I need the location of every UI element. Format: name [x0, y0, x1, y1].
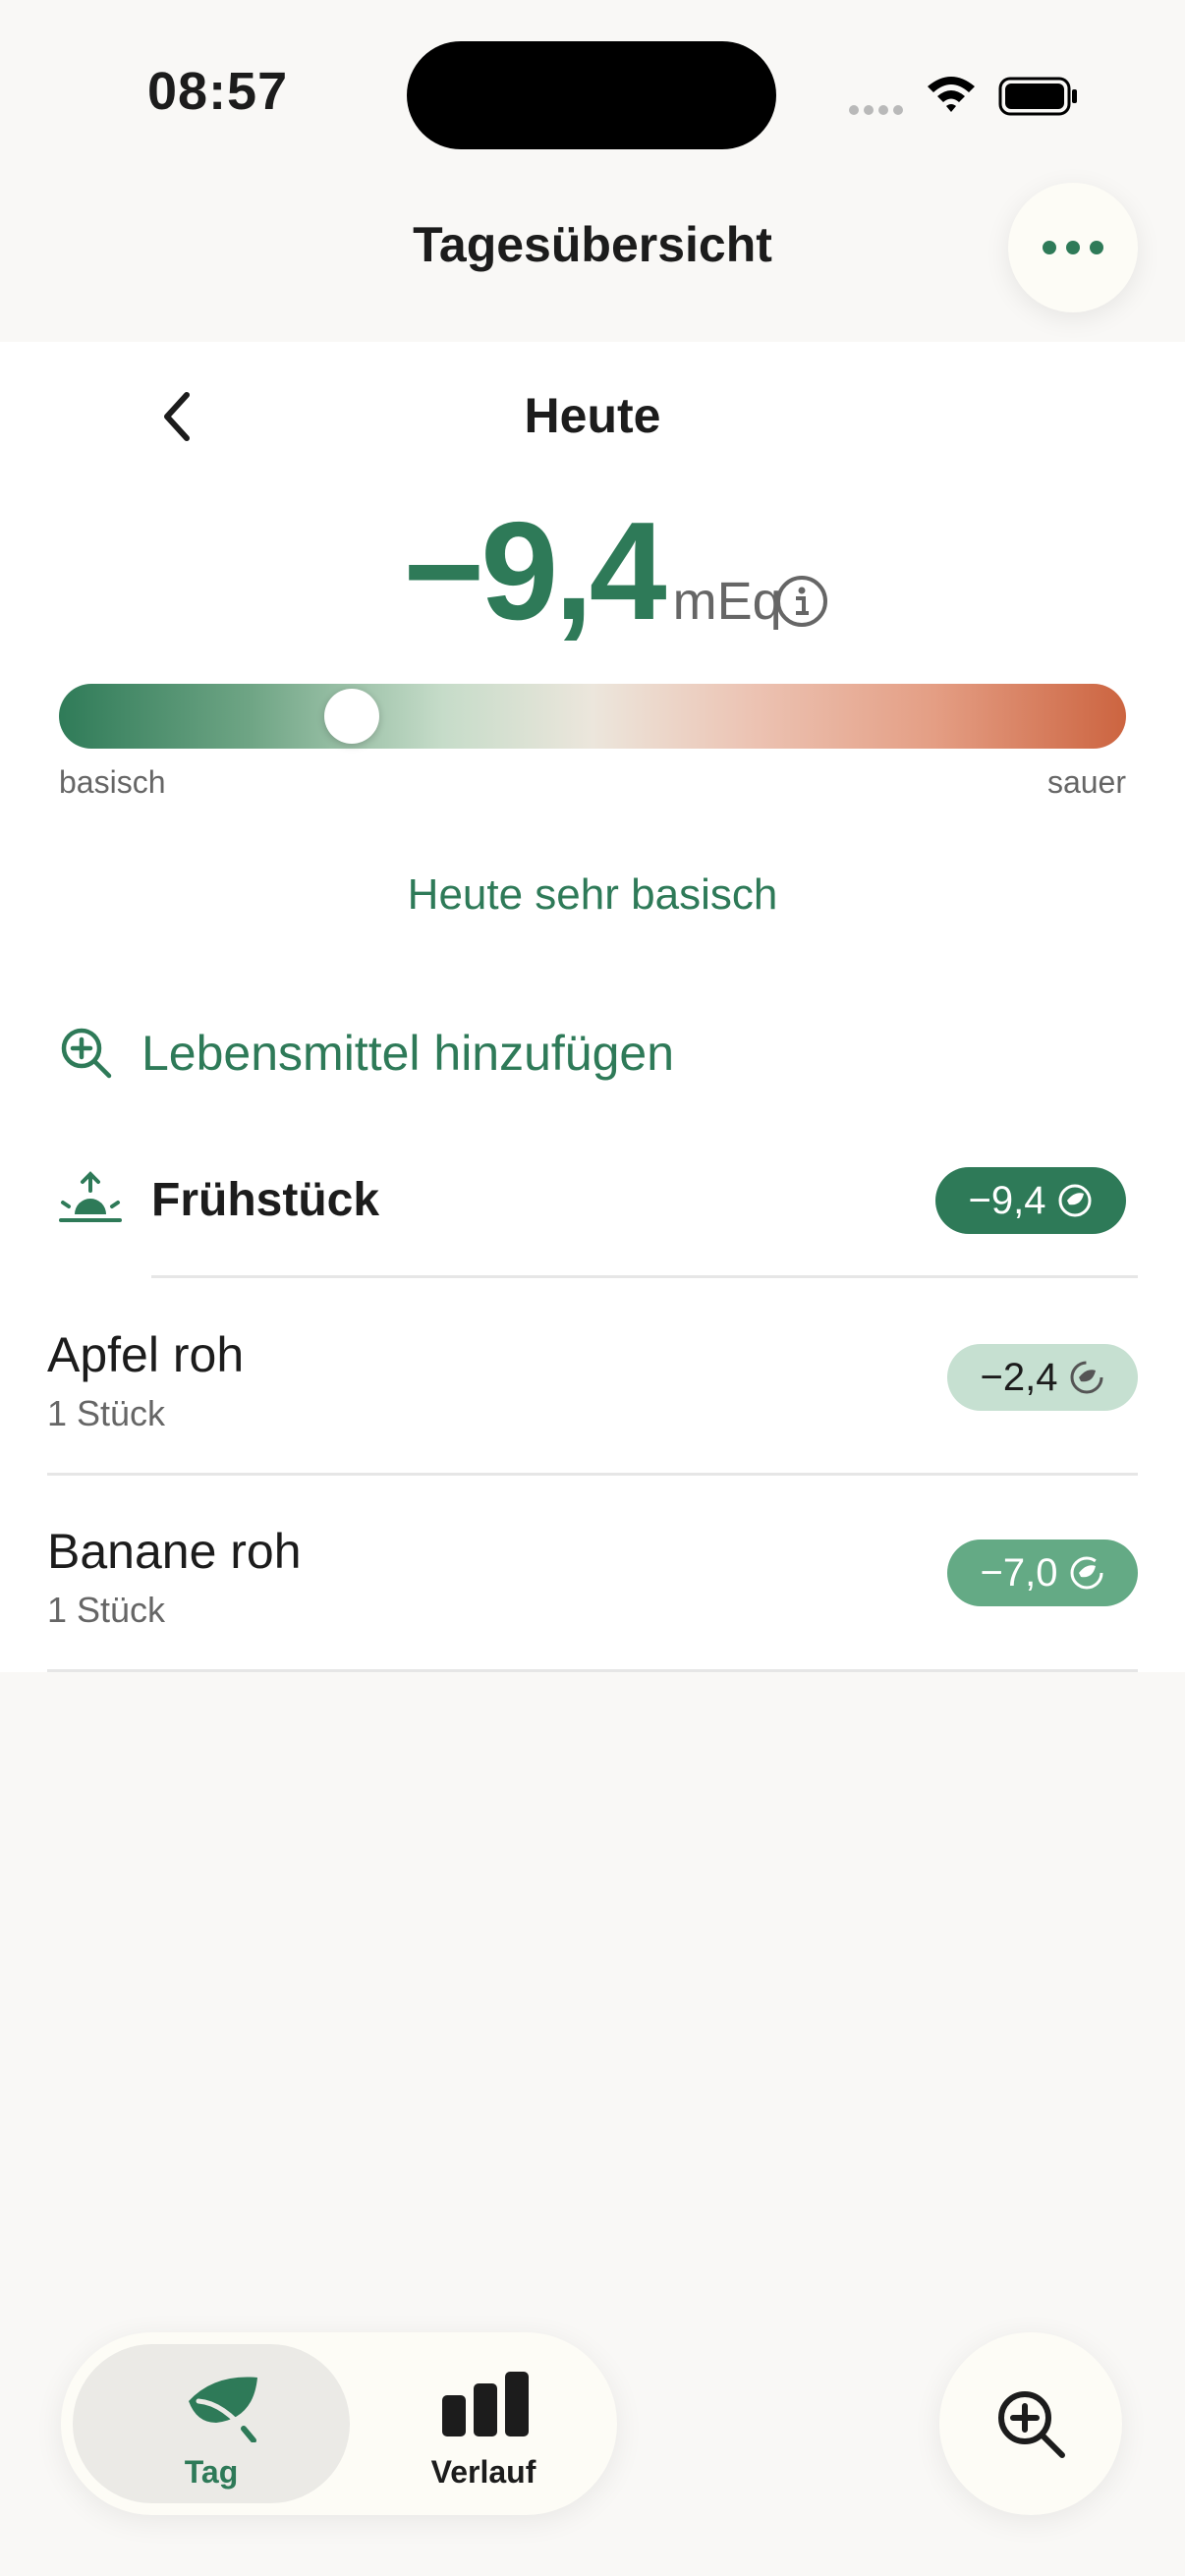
search-food-button[interactable] [939, 2332, 1122, 2515]
status-time: 08:57 [147, 62, 289, 121]
score-unit: mEq [672, 572, 782, 631]
divider [47, 1669, 1138, 1672]
food-score-badge: −2,4 [947, 1344, 1138, 1411]
tab-history-label: Verlauf [430, 2454, 536, 2490]
divider [151, 1275, 1138, 1278]
food-quantity: 1 Stück [47, 1393, 166, 1433]
zoom-in-icon [998, 2391, 1065, 2458]
scale-label-basic: basisch [59, 764, 166, 800]
meal-score-badge: −9,4 [935, 1167, 1126, 1234]
cellular-signal-icon [849, 102, 908, 120]
sunrise-icon [59, 1171, 122, 1222]
food-score: −2,4 [980, 1355, 1058, 1399]
acid-base-scale [59, 684, 1126, 749]
bar-chart-icon [442, 2372, 529, 2436]
leaf-badge-icon [1058, 1184, 1092, 1217]
leaf-badge-icon [1070, 1361, 1103, 1394]
more-options-button[interactable] [1008, 183, 1138, 312]
tab-day-label: Tag [184, 2454, 239, 2490]
battery-icon [998, 77, 1077, 116]
day-verdict: Heute sehr basisch [407, 870, 778, 919]
tab-day[interactable]: Tag [73, 2344, 350, 2503]
scale-indicator [324, 689, 380, 744]
food-score: −7,0 [980, 1550, 1058, 1595]
add-food-button[interactable]: Lebensmittel hinzufügen [59, 1018, 674, 1089]
wifi-icon [928, 77, 975, 112]
meal-header-breakfast[interactable]: Frühstück −9,4 [59, 1165, 1126, 1236]
leaf-badge-icon [1070, 1556, 1103, 1590]
food-name[interactable]: Apfel roh [47, 1326, 244, 1383]
tab-history[interactable]: Verlauf [375, 2344, 592, 2503]
leaf-icon [189, 2377, 257, 2442]
scale-label-acid: sauer [1046, 764, 1126, 800]
score-value: −9,4 [403, 493, 666, 649]
dynamic-island [407, 41, 776, 149]
divider [47, 1473, 1138, 1476]
day-title: Heute [524, 388, 661, 443]
tab-bar: Tag Verlauf [61, 2332, 617, 2515]
food-quantity: 1 Stück [47, 1590, 166, 1630]
add-food-label: Lebensmittel hinzufügen [141, 1026, 675, 1081]
score-display: −9,4 mEq [0, 491, 1185, 652]
food-score-badge: −7,0 [947, 1540, 1138, 1606]
ellipsis-icon [1043, 241, 1056, 254]
info-icon[interactable] [774, 574, 829, 629]
food-name[interactable]: Banane roh [47, 1523, 302, 1580]
zoom-in-icon [61, 1028, 112, 1079]
meal-score: −9,4 [968, 1178, 1046, 1222]
meal-name: Frühstück [151, 1174, 380, 1226]
